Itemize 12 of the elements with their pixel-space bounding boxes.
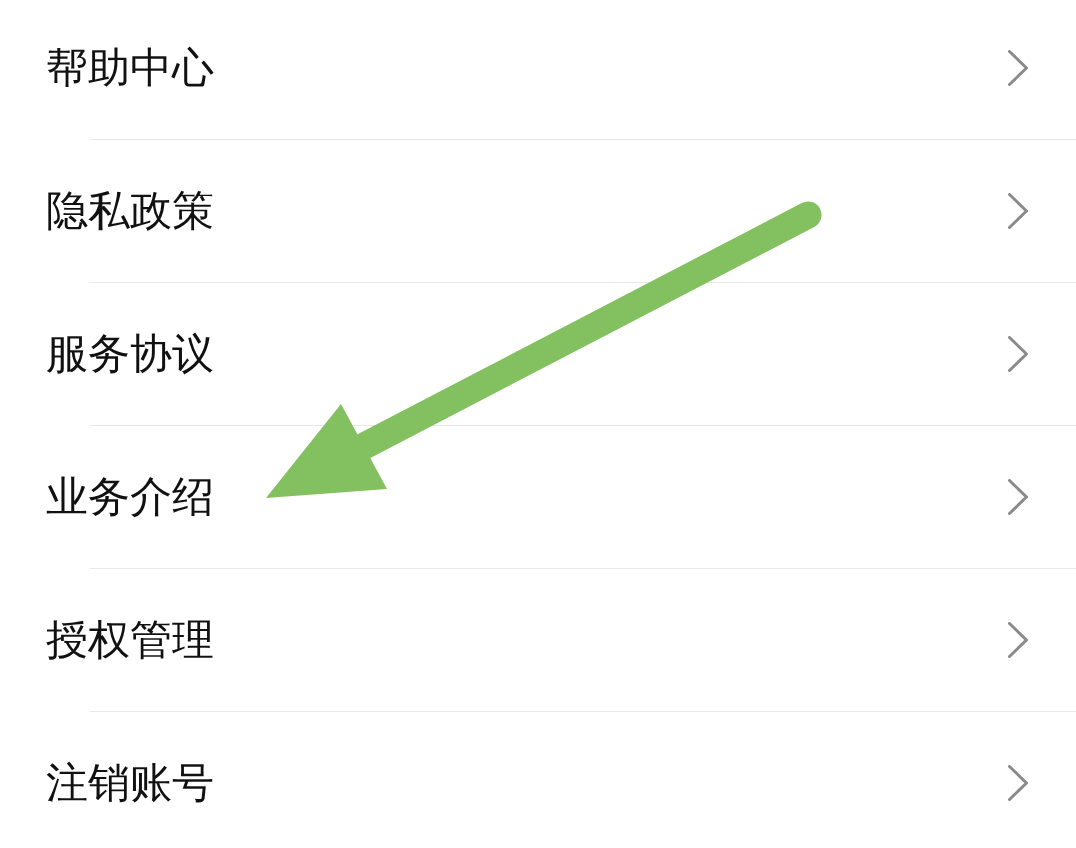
chevron-right-icon[interactable] bbox=[1008, 336, 1028, 372]
menu-item[interactable]: 服务协议 bbox=[46, 329, 214, 379]
menu-item[interactable]: 帮助中心 bbox=[46, 43, 214, 93]
menu-item[interactable]: 授权管理 bbox=[46, 615, 214, 665]
chevron-right-icon[interactable] bbox=[1008, 193, 1028, 229]
chevron-right-icon[interactable] bbox=[1008, 765, 1028, 801]
chevron-right-icon[interactable] bbox=[1008, 50, 1028, 86]
chevron-right-icon[interactable] bbox=[1008, 479, 1028, 515]
menu-item[interactable]: 注销账号 bbox=[46, 758, 214, 808]
menu-item[interactable]: 业务介绍 bbox=[46, 472, 214, 522]
menu-item[interactable]: 隐私政策 bbox=[46, 186, 214, 236]
chevron-right-icon[interactable] bbox=[1008, 622, 1028, 658]
